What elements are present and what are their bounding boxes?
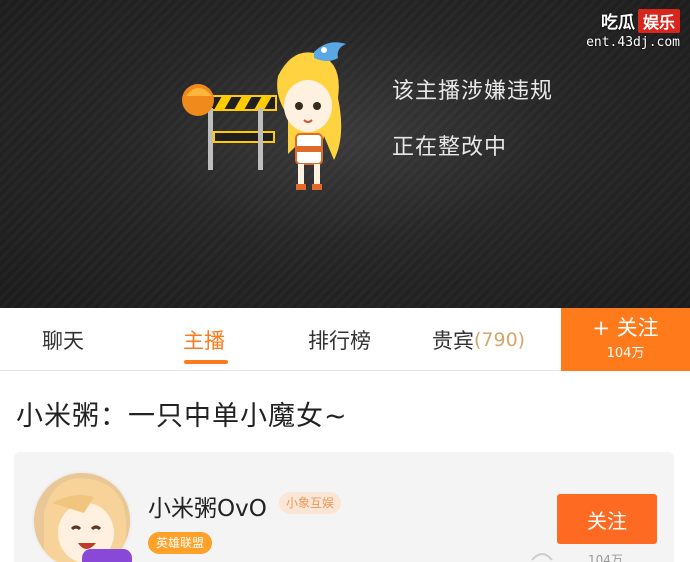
tab-vip-label: 贵宾 xyxy=(432,328,474,353)
watermark-ent: 娱乐 xyxy=(637,8,680,33)
follow-button-top[interactable]: + 关注 104万 xyxy=(561,308,690,371)
follower-count-top: 104万 xyxy=(606,346,645,361)
active-tab-indicator xyxy=(184,360,228,364)
rectification-notice: 正在整改中 xyxy=(392,135,508,160)
follow-button[interactable]: 关注 xyxy=(557,494,657,544)
watermark-logo: 吃瓜 娱乐 ent.43dj.com xyxy=(570,8,680,52)
watermark-url: ent.43dj.com xyxy=(586,35,680,50)
tab-chat[interactable]: 聊天 xyxy=(42,308,84,371)
level-badge xyxy=(82,549,132,562)
tab-ranking-label: 排行榜 xyxy=(308,328,371,353)
follow-button-top-label: + 关注 xyxy=(592,316,659,340)
mascot-construction-illustration xyxy=(182,42,346,190)
tab-anchor-label: 主播 xyxy=(183,328,225,353)
follower-count: 104万 xyxy=(588,553,623,562)
guild-tag: 小象互娱 xyxy=(279,492,342,514)
chevron-icon xyxy=(531,553,553,561)
tab-ranking[interactable]: 排行榜 xyxy=(308,308,371,371)
tab-chat-label: 聊天 xyxy=(42,328,84,353)
game-category-tag: 英雄联盟 xyxy=(148,532,213,554)
violation-notice: 该主播涉嫌违规 xyxy=(392,79,554,104)
anchor-name: 小米粥OvO xyxy=(148,496,267,522)
vip-count: (790) xyxy=(474,328,526,351)
offline-banner: 该主播涉嫌违规 正在整改中 吃瓜 娱乐 ent.43dj.com xyxy=(0,0,690,308)
watermark-chi: 吃瓜 xyxy=(600,13,635,33)
room-title: 小米粥：一只中单小魔女~ xyxy=(16,401,348,432)
tab-vip[interactable]: 贵宾 (790) xyxy=(432,308,525,371)
